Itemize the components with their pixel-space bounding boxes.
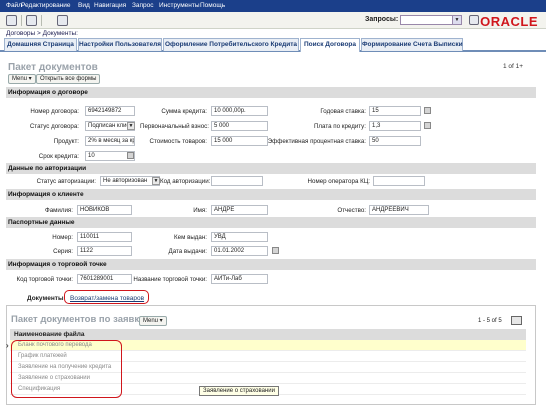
credit-amount-label: Сумма кредита:	[161, 108, 207, 115]
tab-contract-search[interactable]: Поиск Договора	[300, 38, 360, 52]
documents-title: Пакет документов по заявке	[11, 314, 145, 325]
toolbar-separator	[41, 15, 42, 26]
menubar: Файл Редактирование Вид Навигация Запрос…	[0, 0, 546, 12]
credit-fee-field[interactable]: 1,3	[369, 121, 421, 131]
calendar-icon[interactable]	[272, 247, 279, 254]
menu-tools[interactable]: Инструменты	[159, 2, 200, 9]
passport-number-field[interactable]: 110011	[77, 232, 132, 242]
annual-rate-field[interactable]: 15	[369, 106, 421, 116]
shop-name-label: Название торговой точки:	[133, 276, 207, 283]
issue-date-label: Дата выдачи:	[168, 248, 207, 255]
section-client-info: Информация о клиенте	[6, 189, 536, 200]
tab-documents[interactable]: Документы	[27, 295, 64, 302]
contract-number-label: Номер договора:	[30, 108, 79, 115]
operator-label: Номер оператора КЦ:	[307, 178, 370, 185]
passport-number-label: Номер:	[52, 234, 73, 241]
contract-status-label: Статус договора:	[29, 123, 79, 130]
documents-menu-button[interactable]: Menu ▾	[139, 316, 167, 326]
effective-rate-label: Эффективная процентная ставка:	[267, 138, 366, 145]
tab-bar: Домашняя Страница Настройки Пользователя…	[0, 38, 546, 52]
product-label: Продукт:	[53, 138, 79, 145]
annual-rate-label: Годовая ставка:	[320, 108, 366, 115]
passport-series-label: Серия:	[53, 248, 73, 255]
toolbar: Запросы: ▼ ORACLE	[0, 12, 546, 29]
menu-file[interactable]: Файл	[6, 2, 22, 9]
menu-button[interactable]: Menu ▾	[8, 74, 36, 84]
patronymic-label: Отчество:	[337, 207, 366, 214]
shop-name-field[interactable]: АЙТи-Лаб	[211, 274, 268, 284]
down-payment-label: Первоначальный взнос:	[140, 123, 209, 130]
column-header-filename[interactable]: Наименование файла	[10, 329, 526, 340]
calculator-icon[interactable]	[424, 122, 431, 129]
user-icon[interactable]	[57, 15, 68, 26]
last-name-label: Фамилия:	[45, 207, 73, 214]
passport-series-field[interactable]: 1122	[77, 246, 132, 256]
highlight-outline	[64, 290, 149, 304]
menu-help[interactable]: Помощь	[200, 2, 225, 9]
last-name-field[interactable]: НОВИКОВ	[77, 205, 132, 215]
oracle-logo: ORACLE	[480, 14, 538, 29]
chevron-down-icon[interactable]: ▼	[127, 122, 135, 130]
page-title: Пакет документов	[8, 62, 98, 73]
goods-cost-label: Стоимость товаров:	[149, 138, 207, 145]
issue-date-field[interactable]: 01.01.2002	[211, 246, 268, 256]
queries-label: Запросы:	[365, 16, 399, 23]
breadcrumb[interactable]: Договоры > Документы:	[6, 30, 78, 37]
record-counter: 1 of 1+	[503, 63, 524, 70]
first-name-label: Имя:	[193, 207, 207, 214]
tab-home[interactable]: Домашняя Страница	[4, 38, 77, 51]
effective-rate-field[interactable]: 50	[369, 136, 421, 146]
highlight-outline	[11, 340, 122, 398]
toolbar-separator	[21, 15, 22, 26]
chevron-down-icon[interactable]: ▼	[152, 177, 160, 185]
credit-term-label: Срок кредита:	[38, 153, 79, 160]
tab-statement[interactable]: Формирование Счета Выписки	[361, 38, 463, 51]
filter-icon[interactable]	[511, 316, 522, 325]
tooltip: Заявление о страховании	[199, 386, 279, 396]
tab-consumer-credit[interactable]: Оформление Потребительского Кредита	[163, 38, 299, 51]
shop-code-label: Код торговой точки:	[16, 276, 73, 283]
go-icon[interactable]	[469, 15, 479, 25]
menu-query[interactable]: Запрос	[132, 2, 154, 9]
chevron-down-icon[interactable]: ▼	[452, 16, 461, 24]
issued-by-label: Кем выдан:	[174, 234, 207, 241]
shop-code-field[interactable]: 7601289001	[77, 274, 132, 284]
section-shop-info: Информация о торговой точке	[6, 259, 536, 270]
documents-counter: 1 - 5 of 5	[478, 318, 502, 324]
issued-by-field[interactable]: УВД	[211, 232, 268, 242]
first-name-field[interactable]: АНДРЕ	[211, 205, 268, 215]
menu-button-label: Menu	[12, 76, 28, 82]
print-icon[interactable]	[6, 15, 17, 26]
menu-navigation[interactable]: Навигация	[94, 2, 126, 9]
documents-menu-label: Menu	[143, 318, 159, 324]
patronymic-field[interactable]: АНДРЕЕВИЧ	[369, 205, 429, 215]
credit-fee-label: Плата по кредиту:	[313, 123, 366, 130]
open-all-forms-button[interactable]: Открыть все формы	[36, 74, 101, 84]
home-icon[interactable]	[26, 15, 37, 26]
credit-amount-field[interactable]: 10 000,00р.	[211, 106, 268, 116]
section-contract-info: Информация о договоре	[6, 87, 536, 98]
contract-number-field[interactable]: 6942149872	[85, 106, 135, 116]
tab-user-settings[interactable]: Настройки Пользователя	[78, 38, 162, 51]
auth-code-field[interactable]	[211, 176, 263, 186]
row-pointer-icon: ›	[6, 341, 9, 350]
product-field[interactable]: 2% в месяц за кредит	[85, 136, 135, 146]
calculator-icon[interactable]	[424, 107, 431, 114]
auth-code-label: Код авторизации:	[160, 178, 211, 185]
queries-select[interactable]: ▼	[400, 15, 462, 25]
section-passport: Паспортные данные	[6, 217, 536, 228]
auth-status-label: Статус авторизации:	[36, 178, 96, 185]
operator-field[interactable]	[373, 176, 425, 186]
menu-view[interactable]: Вид	[78, 2, 90, 9]
calculator-icon[interactable]	[127, 152, 134, 159]
down-payment-field[interactable]: 5 000	[211, 121, 268, 131]
auth-status-field[interactable]: Не авторизован	[100, 176, 160, 186]
menu-edit[interactable]: Редактирование	[21, 2, 71, 9]
section-authorization: Данные по авторизации	[6, 163, 536, 174]
